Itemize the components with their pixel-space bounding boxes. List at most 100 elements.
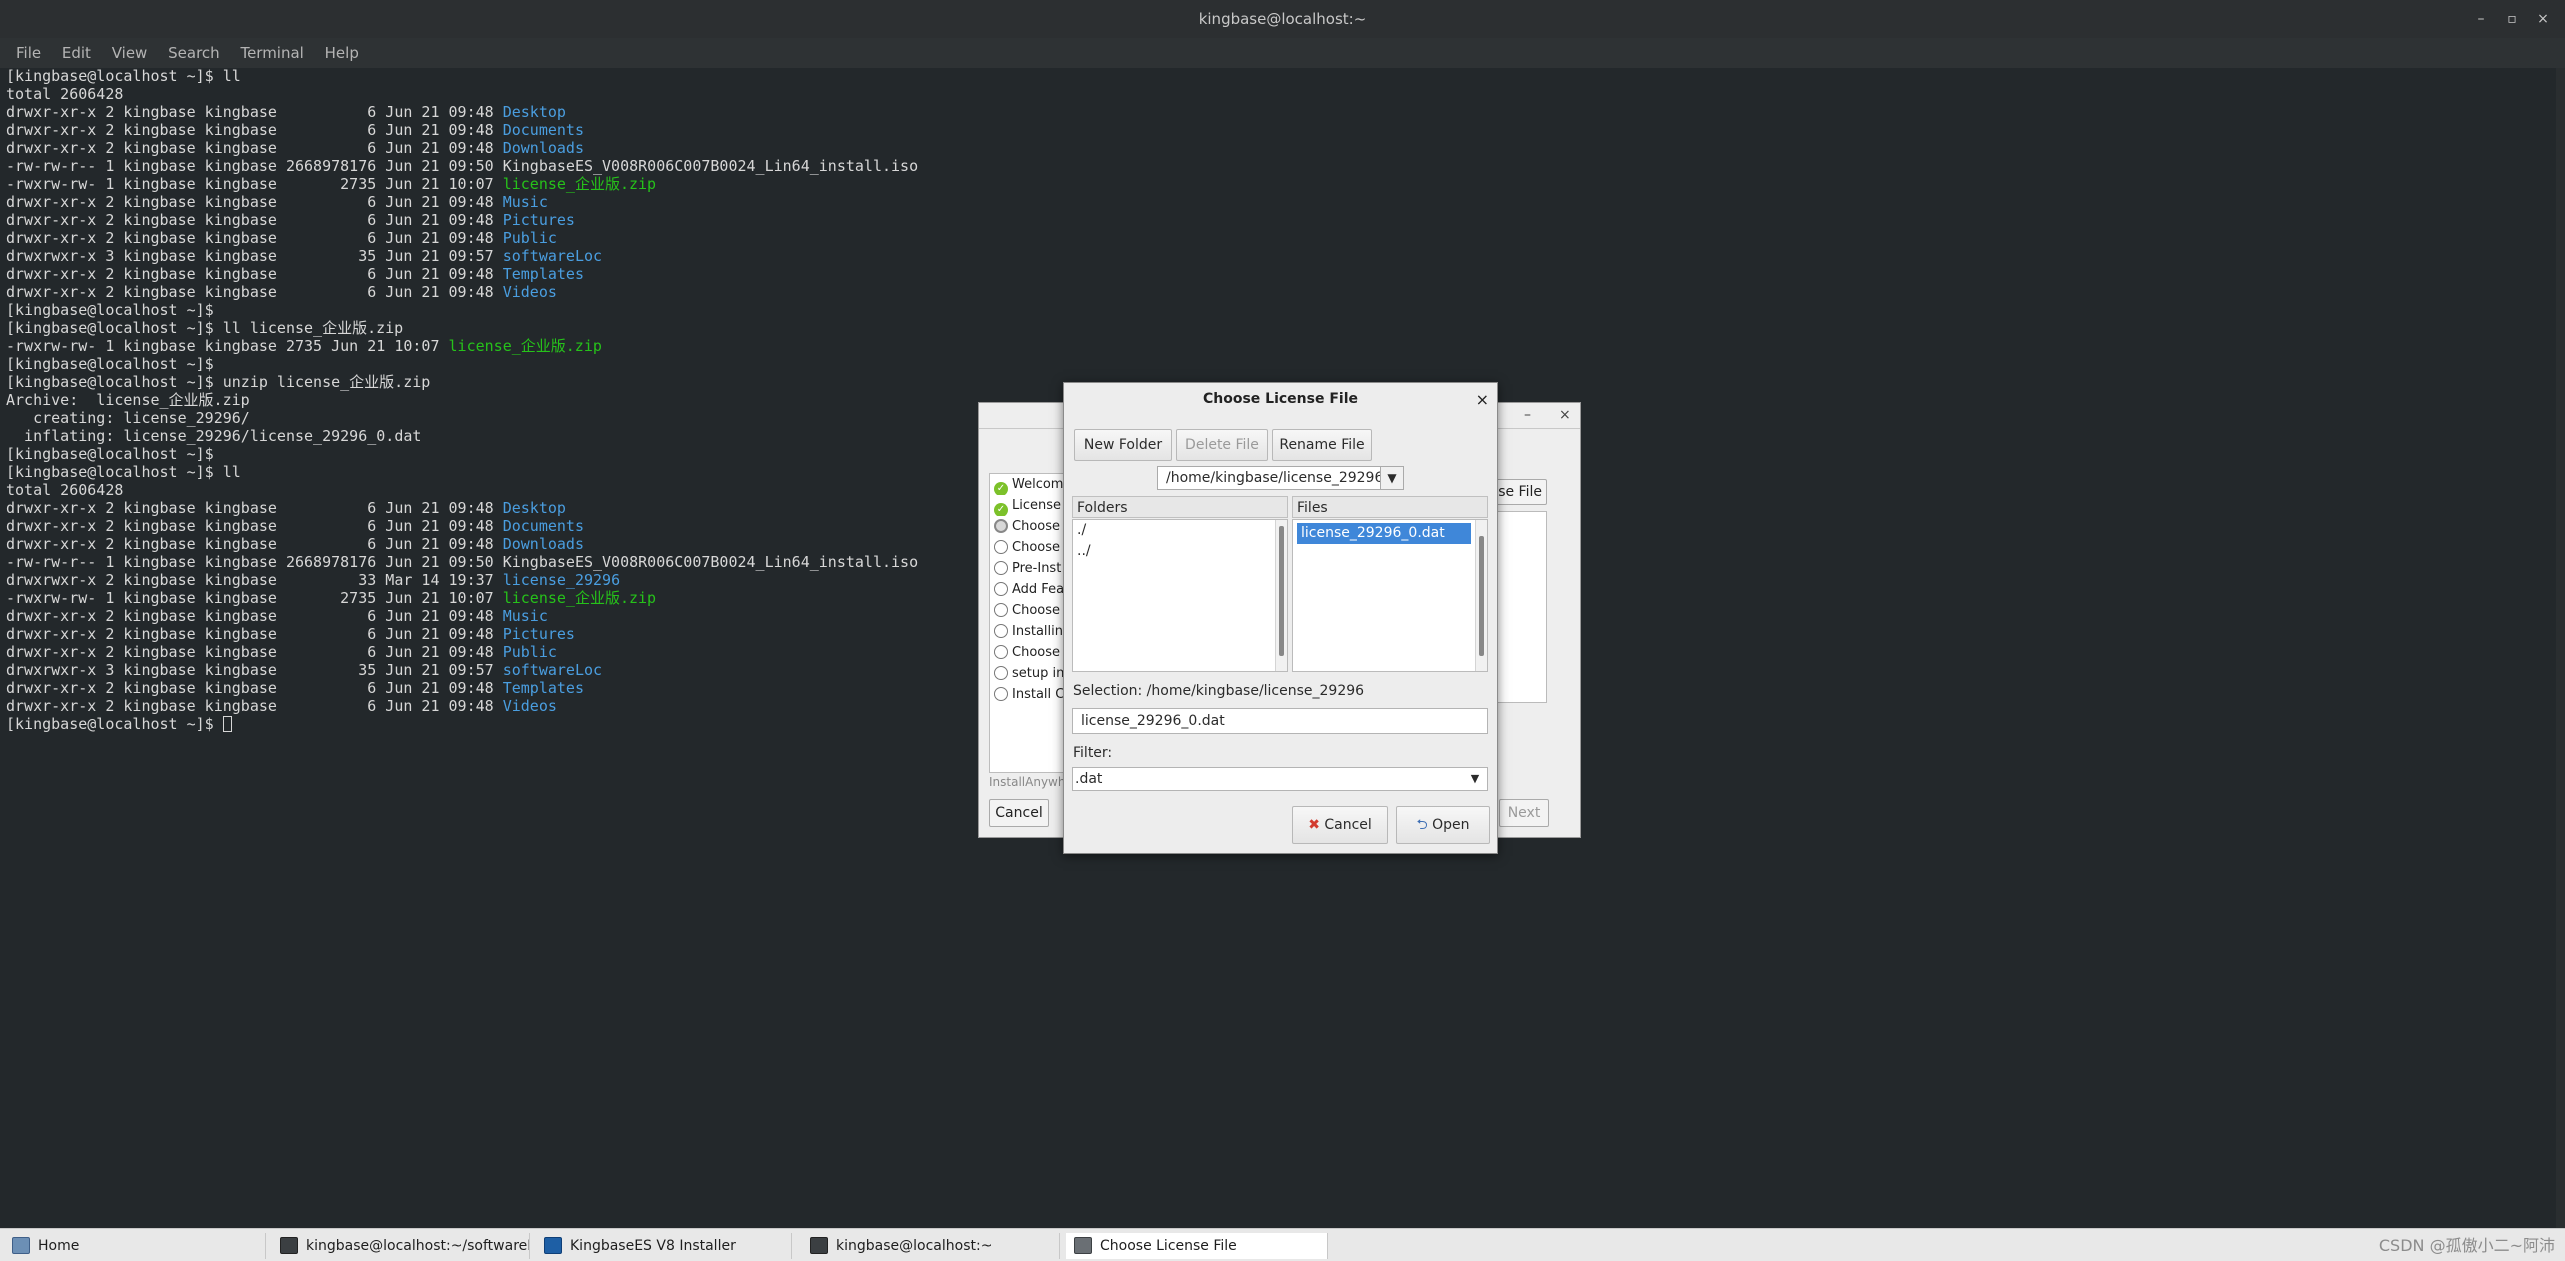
task-home[interactable]: Home xyxy=(4,1233,266,1259)
menu-help[interactable]: Help xyxy=(317,38,367,68)
installer-next-button[interactable]: Next xyxy=(1499,799,1549,827)
installer-step-label: Choose xyxy=(1012,540,1060,555)
dialog-title: Choose License File xyxy=(1202,391,1359,407)
terminal-text: inflating: license_29296/license_29296_0… xyxy=(6,427,422,445)
menu-search[interactable]: Search xyxy=(160,38,228,68)
terminal-filename: Music xyxy=(502,607,548,625)
circle-icon xyxy=(994,666,1008,680)
terminal-line: drwxr-xr-x 2 kingbase kingbase 6 Jun 21 … xyxy=(6,139,2556,157)
cancel-icon: ✖ xyxy=(1308,817,1320,833)
delete-file-button[interactable]: Delete File xyxy=(1176,429,1268,461)
menu-bar: File Edit View Search Terminal Help xyxy=(0,38,2565,68)
task-terminal-home[interactable]: kingbase@localhost:~ xyxy=(802,1233,1060,1259)
terminal-text: total 2606428 xyxy=(6,481,124,499)
terminal-text: drwxr-xr-x 2 kingbase kingbase 6 Jun 21 … xyxy=(6,679,503,697)
chevron-down-icon[interactable]: ▼ xyxy=(1380,466,1404,490)
terminal-text: -rw-rw-r-- 1 kingbase kingbase 266897817… xyxy=(6,553,919,571)
file-item[interactable]: license_29296_0.dat xyxy=(1297,523,1471,544)
installer-step-label: Pre-Inst xyxy=(1012,561,1062,576)
terminal-text: drwxr-xr-x 2 kingbase kingbase 6 Jun 21 … xyxy=(6,121,503,139)
terminal-text: drwxr-xr-x 2 kingbase kingbase 6 Jun 21 … xyxy=(6,229,503,247)
terminal-filename: Downloads xyxy=(502,139,584,157)
terminal-text: [kingbase@localhost ~]$ unzip license_企业… xyxy=(6,373,431,391)
terminal-text: drwxr-xr-x 2 kingbase kingbase 6 Jun 21 … xyxy=(6,517,503,535)
folders-scrollbar[interactable] xyxy=(1275,520,1287,671)
terminal-title-bar: kingbase@localhost:~ – ▫ × xyxy=(0,0,2565,38)
terminal-text: drwxr-xr-x 2 kingbase kingbase 6 Jun 21 … xyxy=(6,265,503,283)
terminal-text: drwxr-xr-x 2 kingbase kingbase 6 Jun 21 … xyxy=(6,211,503,229)
terminal-filename: license_29296 xyxy=(502,571,621,589)
terminal-filename: license_企业版.zip xyxy=(502,175,657,193)
files-scrollbar[interactable] xyxy=(1475,520,1487,671)
terminal-text: [kingbase@localhost ~]$ xyxy=(6,355,214,373)
terminal-filename: license_企业版.zip xyxy=(502,589,657,607)
folder-item-current[interactable]: ./ xyxy=(1073,520,1287,541)
files-list[interactable]: license_29296_0.dat xyxy=(1292,519,1488,672)
dialog-close-icon[interactable]: × xyxy=(1476,383,1489,416)
dialog-icon xyxy=(1074,1237,1092,1254)
task-label: KingbaseES V8 Installer xyxy=(570,1238,736,1254)
terminal-cursor xyxy=(222,716,232,732)
terminal-text: [kingbase@localhost ~]$ xyxy=(6,445,214,463)
terminal-text: drwxr-xr-x 2 kingbase kingbase 6 Jun 21 … xyxy=(6,283,503,301)
task-installer[interactable]: KingbaseES V8 Installer xyxy=(536,1233,792,1259)
installer-step-label: setup in xyxy=(1012,666,1065,681)
terminal-line: drwxr-xr-x 2 kingbase kingbase 6 Jun 21 … xyxy=(6,211,2556,229)
installer-cancel-button[interactable]: Cancel xyxy=(989,799,1049,827)
new-folder-button[interactable]: New Folder xyxy=(1074,429,1172,461)
terminal-filename: Desktop xyxy=(502,103,566,121)
terminal-filename: Videos xyxy=(502,283,557,301)
menu-terminal[interactable]: Terminal xyxy=(232,38,311,68)
terminal-text: drwxr-xr-x 2 kingbase kingbase 6 Jun 21 … xyxy=(6,193,503,211)
open-button[interactable]: ⮌ Open xyxy=(1396,806,1490,844)
terminal-text: [kingbase@localhost ~]$ xyxy=(6,715,223,733)
close-button[interactable]: × xyxy=(2528,0,2558,38)
window-title: kingbase@localhost:~ xyxy=(1198,10,1367,28)
terminal-filename: Music xyxy=(502,193,548,211)
installer-icon xyxy=(544,1237,562,1254)
installer-minimize-button[interactable]: – xyxy=(1524,407,1531,423)
files-header: Files xyxy=(1292,496,1488,518)
rename-file-button[interactable]: Rename File xyxy=(1272,429,1372,461)
terminal-text: drwxrwxr-x 3 kingbase kingbase 35 Jun 21… xyxy=(6,247,503,265)
terminal-line: [kingbase@localhost ~]$ ll xyxy=(6,67,2556,85)
minimize-button[interactable]: – xyxy=(2466,0,2496,38)
installer-step-label: Install C xyxy=(1012,687,1065,702)
cancel-button[interactable]: ✖ Cancel xyxy=(1292,806,1388,844)
installer-close-button[interactable]: × xyxy=(1559,407,1571,423)
installer-step-label: Choose xyxy=(1012,645,1060,660)
terminal-text: total 2606428 xyxy=(6,85,124,103)
taskbar: Home kingbase@localhost:~/softwareLoc/..… xyxy=(0,1228,2565,1261)
terminal-line: drwxr-xr-x 2 kingbase kingbase 6 Jun 21 … xyxy=(6,121,2556,139)
menu-file[interactable]: File xyxy=(8,38,49,68)
cancel-button-label: Cancel xyxy=(1324,817,1372,833)
path-combo[interactable]: /home/kingbase/license_29296 xyxy=(1157,466,1387,490)
task-choose-license-file[interactable]: Choose License File xyxy=(1066,1233,1328,1259)
terminal-scrollbar[interactable] xyxy=(2556,68,2565,1228)
home-icon xyxy=(12,1237,30,1254)
terminal-text: drwxr-xr-x 2 kingbase kingbase 6 Jun 21 … xyxy=(6,607,503,625)
maximize-button[interactable]: ▫ xyxy=(2497,0,2527,38)
terminal-text: drwxr-xr-x 2 kingbase kingbase 6 Jun 21 … xyxy=(6,499,503,517)
task-terminal-softwareloc[interactable]: kingbase@localhost:~/softwareLoc/... xyxy=(272,1233,530,1259)
folder-item-parent[interactable]: ../ xyxy=(1073,541,1287,562)
filter-chevron-down-icon[interactable]: ▼ xyxy=(1464,768,1486,790)
menu-view[interactable]: View xyxy=(104,38,156,68)
terminal-text: drwxrwxr-x 2 kingbase kingbase 33 Mar 14… xyxy=(6,571,503,589)
terminal-filename: Desktop xyxy=(502,499,566,517)
terminal-text: -rwxrw-rw- 1 kingbase kingbase 2735 Jun … xyxy=(6,337,449,355)
terminal-filename: Documents xyxy=(502,517,584,535)
circle-icon xyxy=(994,582,1008,596)
terminal-text: drwxr-xr-x 2 kingbase kingbase 6 Jun 21 … xyxy=(6,643,503,661)
menu-edit[interactable]: Edit xyxy=(54,38,99,68)
terminal-filename: Templates xyxy=(502,265,584,283)
terminal-text: drwxr-xr-x 2 kingbase kingbase 6 Jun 21 … xyxy=(6,139,503,157)
task-label: Choose License File xyxy=(1100,1238,1237,1254)
folders-list[interactable]: ./ ../ xyxy=(1072,519,1288,672)
selection-input[interactable]: license_29296_0.dat xyxy=(1072,708,1488,734)
circle-icon xyxy=(994,624,1008,638)
filter-combo[interactable]: .dat xyxy=(1072,767,1488,791)
terminal-filename: Public xyxy=(502,643,557,661)
terminal-filename: softwareLoc xyxy=(502,247,603,265)
open-icon: ⮌ xyxy=(1416,817,1428,833)
